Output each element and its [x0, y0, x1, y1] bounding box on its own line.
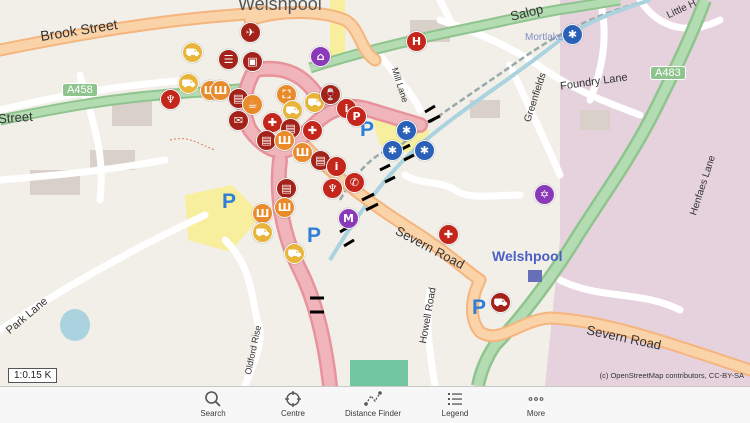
footpath	[169, 138, 216, 151]
dentist-icon[interactable]: ♆	[160, 89, 181, 110]
distance-label: Distance Finder	[344, 409, 402, 418]
bank-icon[interactable]: ▤	[276, 178, 297, 199]
map-scale: 1:0.15 K	[8, 368, 58, 383]
search-icon	[205, 391, 221, 407]
search-label: Search	[200, 409, 226, 418]
map-attribution: (c) OpenStreetMap contributors, CC-BY-SA	[599, 371, 744, 380]
legend-button[interactable]: Legend	[415, 387, 495, 423]
more-label: More	[526, 409, 546, 418]
hospital-icon[interactable]: H	[406, 31, 427, 52]
police-icon[interactable]: ✱	[396, 120, 417, 141]
street-label: Street	[0, 108, 34, 127]
centre-button[interactable]: Centre	[253, 387, 333, 423]
more-button[interactable]: More	[496, 387, 576, 423]
bakery-icon[interactable]: Ш	[252, 203, 273, 224]
museum-icon[interactable]: ⌂	[310, 46, 331, 67]
pond	[60, 309, 90, 341]
restaurant-icon[interactable]: ✈	[240, 22, 261, 43]
distance-finder-button[interactable]: Distance Finder	[333, 387, 413, 423]
a458-shield: A458	[62, 83, 98, 97]
parking-icon[interactable]: P	[307, 224, 321, 248]
police-icon[interactable]: ✱	[382, 140, 403, 161]
search-button[interactable]: Search	[173, 387, 253, 423]
phone-icon[interactable]: ✆	[344, 172, 365, 193]
doctor-icon[interactable]: ✚	[438, 224, 459, 245]
metro-icon[interactable]: M	[338, 208, 359, 229]
legend-label: Legend	[441, 409, 469, 418]
distance-icon	[364, 391, 382, 406]
park-area	[350, 360, 408, 386]
shop-icon[interactable]: ⛟	[182, 42, 203, 63]
bus-station-icon[interactable]: ⛟	[490, 292, 511, 313]
bottom-toolbar: Search Centre Distance Finder Legend Mor…	[0, 386, 750, 423]
place-of-worship-icon[interactable]: ✡	[534, 184, 555, 205]
shop-icon[interactable]: ☰	[218, 49, 239, 70]
town-label: Welshpool	[238, 0, 322, 14]
dentist-icon[interactable]: ♆	[322, 178, 343, 199]
map-canvas	[0, 0, 750, 386]
industrial-landuse	[545, 0, 750, 386]
supermarket-icon[interactable]: ⛟	[178, 73, 199, 94]
post-office-icon[interactable]: ✉	[228, 110, 249, 131]
list-icon	[448, 393, 462, 405]
parking-area	[330, 0, 345, 60]
supermarket-icon[interactable]: ⛟	[252, 222, 273, 243]
supermarket-icon[interactable]: ⛟	[284, 243, 305, 264]
map-view[interactable]: Welshpool Brook Street A458 Street Salop…	[0, 0, 750, 386]
centre-label: Centre	[280, 409, 305, 418]
info-icon[interactable]: i	[326, 156, 347, 177]
a483-shield: A483	[650, 66, 686, 80]
parking-service-icon[interactable]: P	[346, 106, 367, 127]
pharmacy-icon[interactable]: ✚	[302, 120, 323, 141]
more-icon	[528, 397, 544, 401]
crosshair-icon	[285, 391, 301, 407]
parking-icon[interactable]: P	[472, 296, 486, 320]
bakery-icon[interactable]: Ш	[274, 197, 295, 218]
station-label: Welshpool	[492, 248, 563, 264]
fuel-icon[interactable]: ▣	[242, 51, 263, 72]
police-icon[interactable]: ✱	[414, 140, 435, 161]
parking-icon[interactable]: P	[222, 190, 236, 214]
mortlake-label: Mortlake	[525, 32, 564, 43]
police-icon[interactable]: ✱	[562, 24, 583, 45]
station-marker	[528, 270, 542, 282]
